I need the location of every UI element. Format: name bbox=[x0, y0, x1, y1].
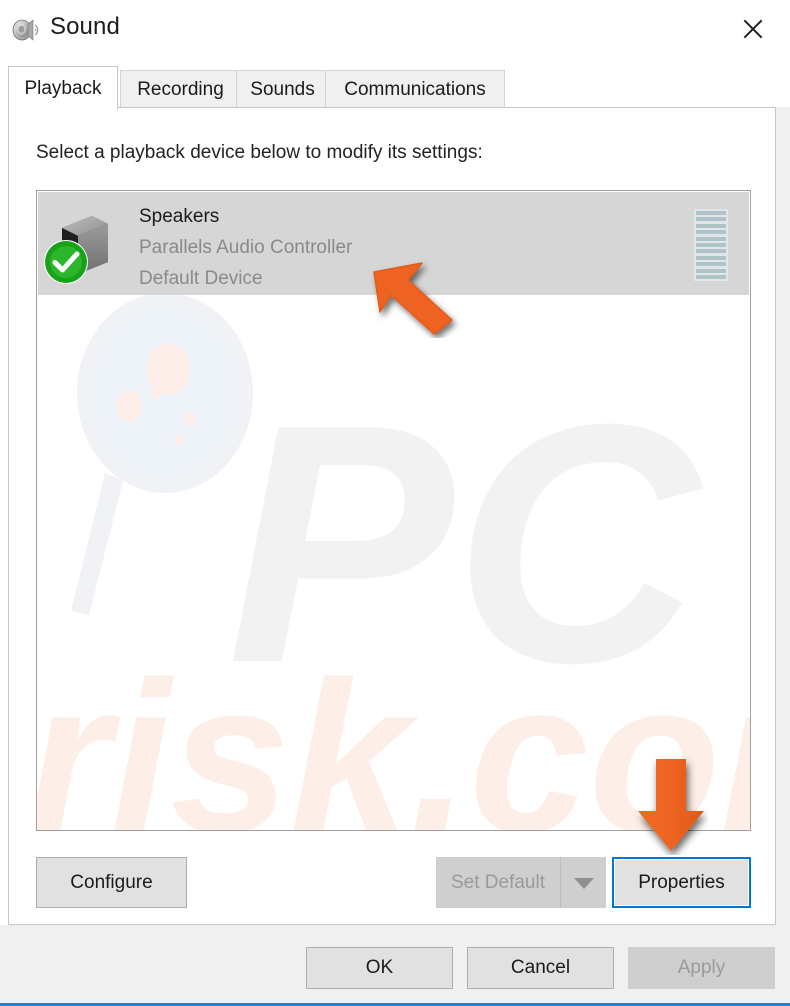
meter-segment bbox=[696, 274, 726, 279]
instruction-text: Select a playback device below to modify… bbox=[36, 142, 483, 163]
close-button[interactable] bbox=[724, 4, 782, 54]
sound-dialog: Sound Recording Sounds Communications Pl… bbox=[0, 0, 790, 1006]
ok-button-label: OK bbox=[365, 957, 394, 978]
set-default-button-label: Set Default bbox=[451, 871, 545, 893]
configure-button-label: Configure bbox=[70, 871, 153, 893]
device-description: Parallels Audio Controller bbox=[139, 237, 353, 258]
ok-button[interactable]: OK bbox=[306, 947, 453, 989]
panel-right-filler bbox=[776, 107, 790, 925]
device-name: Speakers bbox=[139, 206, 220, 227]
set-default-button: Set Default bbox=[436, 857, 560, 908]
tab-label: Playback bbox=[24, 77, 102, 99]
meter-segment bbox=[696, 217, 726, 222]
speaker-icon bbox=[10, 14, 42, 46]
meter-segment bbox=[696, 223, 726, 228]
meter-segment bbox=[696, 255, 726, 260]
cancel-button[interactable]: Cancel bbox=[467, 947, 614, 989]
set-default-dropdown-button[interactable] bbox=[560, 857, 606, 908]
meter-segment bbox=[696, 242, 726, 247]
svg-text:PC: PC bbox=[227, 354, 703, 734]
tab-sounds[interactable]: Sounds bbox=[236, 70, 329, 108]
tab-recording[interactable]: Recording bbox=[120, 70, 241, 108]
meter-segment bbox=[696, 211, 726, 215]
properties-button-label: Properties bbox=[638, 871, 725, 893]
tab-label: Recording bbox=[137, 78, 224, 100]
tab-label: Communications bbox=[344, 78, 486, 100]
device-list-item-speakers[interactable]: Speakers Parallels Audio Controller Defa… bbox=[38, 192, 749, 295]
meter-segment bbox=[696, 230, 726, 235]
properties-button[interactable]: Properties bbox=[612, 857, 751, 908]
close-icon bbox=[743, 19, 763, 39]
cancel-button-label: Cancel bbox=[510, 957, 571, 978]
chevron-down-icon bbox=[573, 877, 594, 889]
apply-button: Apply bbox=[628, 947, 775, 989]
meter-segment bbox=[696, 249, 726, 254]
apply-button-label: Apply bbox=[677, 957, 726, 978]
green-check-icon bbox=[44, 240, 88, 284]
svg-text:risk.com: risk.com bbox=[37, 636, 750, 830]
tab-label: Sounds bbox=[250, 78, 315, 100]
window-title: Sound bbox=[50, 13, 120, 40]
tab-playback[interactable]: Playback bbox=[8, 66, 118, 110]
meter-segment bbox=[696, 236, 726, 241]
title-bar: Sound bbox=[0, 0, 790, 60]
meter-segment bbox=[696, 262, 726, 267]
configure-button[interactable]: Configure bbox=[36, 857, 187, 908]
tab-communications[interactable]: Communications bbox=[325, 70, 505, 108]
device-status: Default Device bbox=[139, 268, 263, 289]
meter-segment bbox=[696, 268, 726, 273]
playback-device-list[interactable]: PC risk.com bbox=[36, 190, 751, 831]
volume-meter bbox=[694, 209, 728, 281]
tab-strip: Recording Sounds Communications Playback bbox=[0, 60, 790, 110]
